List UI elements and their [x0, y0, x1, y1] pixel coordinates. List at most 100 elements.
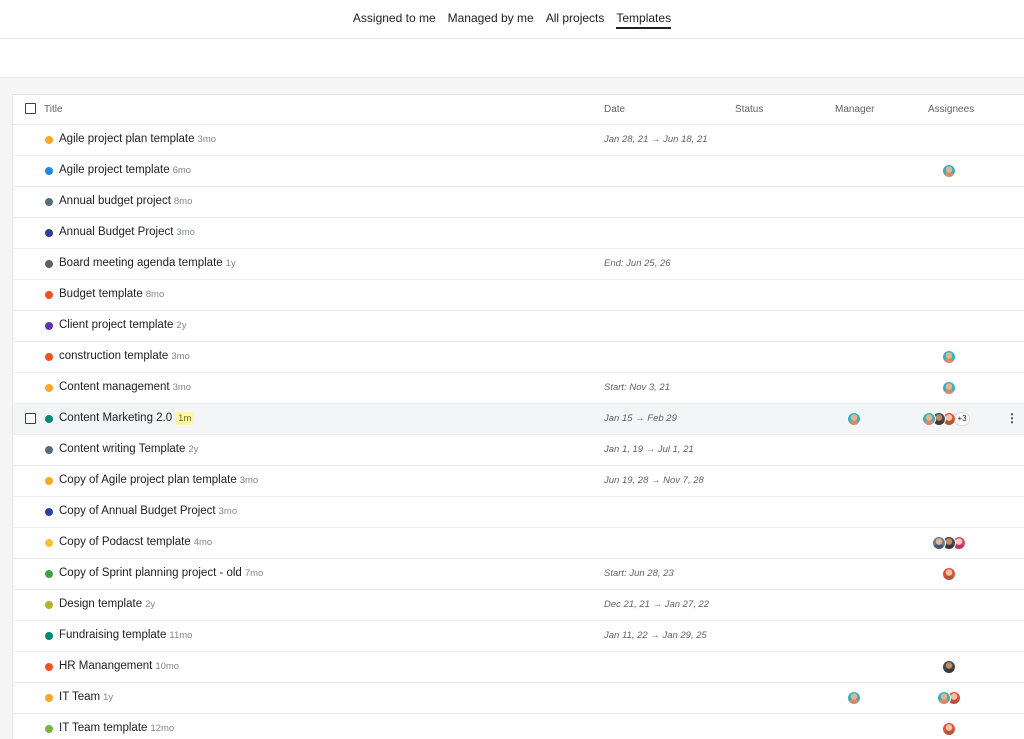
project-title-text: Copy of Annual Budget Project [59, 505, 216, 517]
assignee-avatar[interactable] [942, 722, 956, 736]
project-title-text: Copy of Podacst template [59, 536, 191, 548]
table-row[interactable]: Agile project plan template 3mo Jan 28, 21… [13, 125, 1024, 156]
assignee-avatar[interactable] [942, 381, 956, 395]
column-manager[interactable]: Manager [835, 104, 874, 115]
project-title[interactable]: IT Team 1y [59, 691, 113, 703]
top-navigation: Assigned to me Managed by me All project… [0, 0, 1024, 39]
column-date[interactable]: Date [604, 104, 625, 115]
project-color-dot [45, 477, 53, 485]
table-row[interactable]: construction template 3mo [13, 342, 1024, 373]
project-title[interactable]: IT Team template 12mo [59, 722, 174, 734]
table-row[interactable]: Agile project template 6mo [13, 156, 1024, 187]
assignee-avatar[interactable] [942, 567, 956, 581]
assignee-avatar[interactable] [932, 536, 946, 550]
project-title-text: Content writing Template [59, 443, 186, 455]
table-row[interactable]: Annual Budget Project 3mo [13, 218, 1024, 249]
project-date[interactable]: Jan 15 → Feb 29 [604, 413, 677, 424]
project-title[interactable]: Annual budget project 8mo [59, 195, 192, 207]
project-title-text: Content management [59, 381, 170, 393]
projects-table: Title Date Status Manager Assignees Agil… [12, 94, 1024, 739]
project-title-text: Fundraising template [59, 629, 167, 641]
project-title[interactable]: Board meeting agenda template 1y [59, 257, 236, 269]
table-row[interactable]: Content management 3mo Start: Nov 3, 21 [13, 373, 1024, 404]
tab-all-projects[interactable]: All projects [540, 11, 611, 29]
table-row[interactable]: Content writing Template 2y Jan 1, 19 → Ju… [13, 435, 1024, 466]
table-row[interactable]: Budget template 8mo [13, 280, 1024, 311]
assignee-avatar[interactable] [937, 691, 951, 705]
project-title-text: Board meeting agenda template [59, 257, 223, 269]
table-row[interactable]: Client project template 2y [13, 311, 1024, 342]
assignee-avatar[interactable] [942, 350, 956, 364]
project-date[interactable]: End: Jun 25, 26 [604, 258, 671, 269]
project-title-text: Annual budget project [59, 195, 171, 207]
project-age: 11mo [169, 630, 193, 641]
project-title-text: Agile project plan template [59, 133, 195, 145]
assignee-avatar[interactable] [942, 660, 956, 674]
tab-assigned-to-me[interactable]: Assigned to me [347, 11, 442, 29]
project-title[interactable]: Copy of Annual Budget Project 3mo [59, 505, 237, 517]
column-title[interactable]: Title [44, 104, 63, 115]
toolbar-area [0, 40, 1024, 78]
project-color-dot [45, 322, 53, 330]
project-color-dot [45, 539, 53, 547]
assignee-avatar[interactable] [922, 412, 936, 426]
project-age: 3mo [218, 506, 238, 517]
table-row[interactable]: IT Team 1y [13, 683, 1024, 714]
tab-managed-by-me[interactable]: Managed by me [442, 11, 540, 29]
project-color-dot [45, 384, 53, 392]
project-age: 10mo [155, 661, 180, 672]
table-row[interactable]: HR Manangement 10mo [13, 652, 1024, 683]
project-date[interactable]: Jun 19, 28 → Nov 7, 28 [604, 475, 704, 486]
assignee-avatar[interactable] [942, 164, 956, 178]
column-status[interactable]: Status [735, 104, 763, 115]
project-title[interactable]: Copy of Agile project plan template 3mo [59, 474, 258, 486]
project-date[interactable]: Jan 1, 19 → Jul 1, 21 [604, 444, 694, 455]
project-title-text: Client project template [59, 319, 174, 331]
manager-avatar[interactable] [847, 691, 861, 705]
project-title[interactable]: Agile project template 6mo [59, 164, 191, 176]
project-color-dot [45, 694, 53, 702]
project-title[interactable]: Copy of Sprint planning project - old 7mo [59, 567, 263, 579]
project-title[interactable]: construction template 3mo [59, 350, 190, 362]
project-title[interactable]: Annual Budget Project 3mo [59, 226, 195, 238]
project-color-dot [45, 632, 53, 640]
project-date[interactable]: Dec 21, 21 → Jan 27, 22 [604, 599, 709, 610]
project-title[interactable]: Budget template 8mo [59, 288, 164, 300]
project-date[interactable]: Start: Jun 28, 23 [604, 568, 674, 579]
table-row[interactable]: Copy of Agile project plan template 3mo Ju… [13, 466, 1024, 497]
select-all-checkbox[interactable] [25, 103, 36, 114]
row-select-checkbox[interactable] [25, 413, 36, 424]
table-row[interactable]: Copy of Podacst template 4mo [13, 528, 1024, 559]
project-title[interactable]: Copy of Podacst template 4mo [59, 536, 212, 548]
project-date[interactable]: Start: Nov 3, 21 [604, 382, 670, 393]
table-row[interactable]: Copy of Annual Budget Project 3mo [13, 497, 1024, 528]
project-date[interactable]: Jan 28, 21 → Jun 18, 21 [604, 134, 708, 145]
project-title[interactable]: Fundraising template 11mo [59, 629, 192, 641]
more-assignees-badge[interactable]: +3 [954, 412, 970, 426]
project-title[interactable]: Content management 3mo [59, 381, 191, 393]
table-row[interactable]: Board meeting agenda template 1y End: Jun … [13, 249, 1024, 280]
table-header: Title Date Status Manager Assignees [13, 95, 1024, 125]
table-row[interactable]: Fundraising template 11mo Jan 11, 22 → Jan… [13, 621, 1024, 652]
project-title[interactable]: Design template 2y [59, 598, 155, 610]
project-title-text: Content Marketing 2.0 [59, 412, 173, 424]
project-color-dot [45, 601, 53, 609]
project-age: 6mo [172, 165, 192, 176]
tab-templates[interactable]: Templates [610, 11, 677, 29]
project-title[interactable]: Content writing Template 2y [59, 443, 198, 455]
manager-avatar[interactable] [847, 412, 861, 426]
project-title[interactable]: Agile project plan template 3mo [59, 133, 216, 145]
view-tabs: Assigned to me Managed by me All project… [0, 11, 1024, 29]
project-title[interactable]: Client project template 2y [59, 319, 186, 331]
row-menu-icon[interactable]: ⋮ [1006, 412, 1018, 424]
table-row[interactable]: Design template 2y Dec 21, 21 → Jan 27, 22 [13, 590, 1024, 621]
project-title[interactable]: Content Marketing 2.0 1m [59, 412, 195, 425]
project-date[interactable]: Jan 11, 22 → Jan 29, 25 [604, 630, 707, 641]
project-title[interactable]: HR Manangement 10mo [59, 660, 179, 672]
table-row[interactable]: Copy of Sprint planning project - old 7mo… [13, 559, 1024, 590]
table-row[interactable]: Content Marketing 2.0 1m Jan 15 → Feb 29 +3… [13, 404, 1024, 435]
project-title-text: Copy of Sprint planning project - old [59, 567, 242, 579]
column-assignees[interactable]: Assignees [928, 104, 974, 115]
table-row[interactable]: IT Team template 12mo [13, 714, 1024, 739]
table-row[interactable]: Annual budget project 8mo [13, 187, 1024, 218]
